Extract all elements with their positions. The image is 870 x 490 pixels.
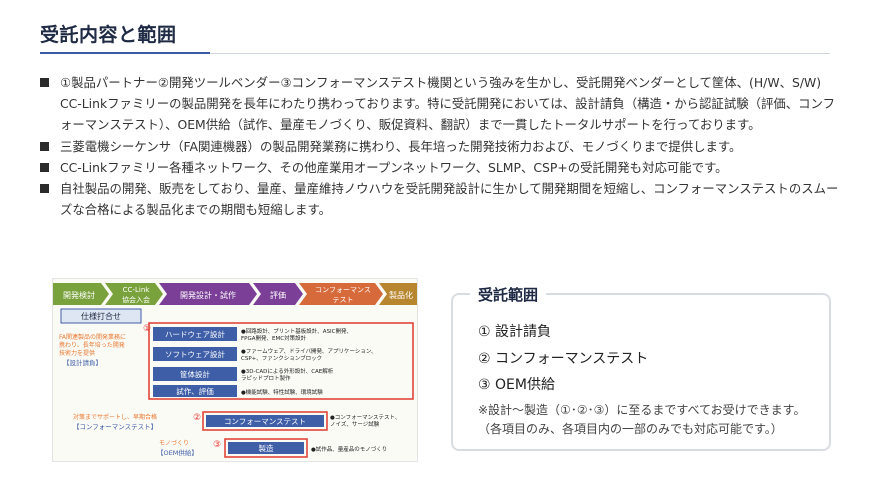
svg-text:CSP+、ファンクションブロック: CSP+、ファンクションブロック <box>241 354 322 362</box>
svg-text:モノづくり: モノづくり <box>159 439 189 447</box>
svg-text:ノイズ、サージ試験: ノイズ、サージ試験 <box>330 420 380 428</box>
svg-text:【OEM供給】: 【OEM供給】 <box>157 448 198 457</box>
svg-text:ソフトウェア設計: ソフトウェア設計 <box>165 349 225 359</box>
svg-text:FPGA開発、EMC対策設計: FPGA開発、EMC対策設計 <box>241 334 307 342</box>
svg-text:携わり、長年培った開発: 携わり、長年培った開発 <box>59 341 125 349</box>
svg-text:●回路設計、プリント基板設計、ASIC開発、: ●回路設計、プリント基板設計、ASIC開発、 <box>241 327 352 335</box>
svg-text:対策までサポートし、早期合格: 対策までサポートし、早期合格 <box>73 413 157 421</box>
step-label: テスト <box>333 296 354 304</box>
list-item: ①製品パートナー②開発ツールベンダー③コンフォーマンステスト機関という強みを生か… <box>40 72 840 136</box>
step-label: 協会入会 <box>122 295 150 304</box>
svg-text:FA関連製品の開発業務に: FA関連製品の開発業務に <box>59 333 126 341</box>
step-label: 評価 <box>270 290 286 300</box>
svg-text:試作、評価: 試作、評価 <box>176 386 214 396</box>
svg-text:技術力を提供: 技術力を提供 <box>59 349 95 357</box>
square-bullet-icon <box>40 162 49 172</box>
process-steps: 開発検討 CC-Link 協会入会 開発設計・試作 評価 コンフォーマンス テス… <box>53 283 417 305</box>
step-label: コンフォーマンス <box>315 286 371 294</box>
svg-text:コンフォーマンステスト: コンフォーマンステスト <box>224 417 306 426</box>
svg-text:●3D-CADによる外形設計、CAE解析: ●3D-CADによる外形設計、CAE解析 <box>241 367 334 375</box>
title-divider-accent <box>40 52 210 54</box>
scope-note: ※設計～製造（①･②･③）に至るまですべてお受けできます。 （各項目のみ、各項目… <box>478 403 806 436</box>
svg-text:製造: 製造 <box>259 443 274 453</box>
svg-text:●試作品、量産品のモノづくり: ●試作品、量産品のモノづくり <box>311 445 387 453</box>
scope-list: ① 設計請負 ② コンフォーマンステスト ③ OEM供給 <box>478 319 648 399</box>
square-bullet-icon <box>40 78 49 87</box>
scope-title: 受託範囲 <box>470 284 547 305</box>
step-label: 開発設計・試作 <box>180 290 236 300</box>
service-description-list: ①製品パートナー②開発ツールベンダー③コンフォーマンステスト機関という強みを生か… <box>40 72 840 220</box>
step-label: CC-Link <box>123 286 151 294</box>
page-title: 受託内容と範囲 <box>40 24 177 46</box>
svg-text:【コンフォーマンステスト】: 【コンフォーマンステスト】 <box>73 423 157 431</box>
spec-meeting-label: 仕様打合せ <box>81 311 121 321</box>
scope-item: ② コンフォーマンステスト <box>478 350 649 367</box>
svg-text:ラピッドプロト製作: ラピッドプロト製作 <box>241 374 291 382</box>
step-label: 製品化 <box>389 290 413 300</box>
svg-text:③: ③ <box>213 440 221 450</box>
svg-text:●ファームウェア、ドライバ開発、アプリケーション、: ●ファームウェア、ドライバ開発、アプリケーション、 <box>241 347 377 355</box>
step-label: 開発検討 <box>63 290 95 300</box>
svg-text:●コンフォーマンステスト、: ●コンフォーマンステスト、 <box>330 414 400 421</box>
list-item: 三菱電機シーケンサ（FA関連機器）の製品開発業務に携わり、長年培った開発技術力お… <box>40 136 840 157</box>
list-item: CC-Linkファミリー各種ネットワーク、その他産業用オープンネットワーク、SL… <box>40 157 840 178</box>
square-bullet-icon <box>40 184 49 194</box>
svg-text:●機能試験、特性試験、環境試験: ●機能試験、特性試験、環境試験 <box>241 388 323 396</box>
list-item: 自社製品の開発、販売をしており、量産、量産維持ノウハウを受託開発設計に生かして開… <box>40 178 840 220</box>
svg-text:【設計請負】: 【設計請負】 <box>63 358 102 367</box>
svg-text:筐体設計: 筐体設計 <box>180 369 210 379</box>
svg-text:①: ① <box>143 324 151 334</box>
scope-item: ① 設計請負 <box>478 324 552 340</box>
square-bullet-icon <box>40 141 49 151</box>
svg-text:②: ② <box>193 413 201 423</box>
svg-text:ハードウェア設計: ハードウェア設計 <box>165 329 225 339</box>
development-flow-diagram: 開発検討 CC-Link 協会入会 開発設計・試作 評価 コンフォーマンス テス… <box>52 278 418 462</box>
scope-item: ③ OEM供給 <box>478 377 555 393</box>
